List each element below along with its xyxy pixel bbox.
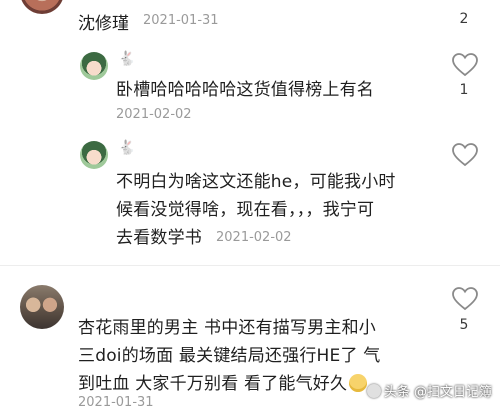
comment-text-line: 去看数学书: [116, 228, 202, 248]
divider: [0, 265, 500, 266]
watermark: 头条 @扫文日记簿: [366, 381, 492, 400]
comment-date: 2021-02-02: [116, 107, 192, 122]
comment-text-line: 三doi的场面 最关键结局还强行HE了 气: [78, 346, 381, 366]
toutiao-logo-icon: [366, 383, 381, 398]
like-count: 2: [459, 11, 469, 27]
comment-text-line: 候看没觉得啥，现在看，，，我宁可: [116, 200, 375, 220]
comment-date: 2021-01-31: [143, 13, 219, 28]
comment-date: 2021-02-02: [216, 230, 292, 245]
avatar[interactable]: [80, 52, 108, 80]
comment-text-line: 杏花雨里的男主 书中还有描写男主和小: [78, 318, 377, 338]
like-count: 1: [459, 82, 469, 98]
watermark-text: 头条 @扫文日记簿: [383, 385, 492, 400]
rabbit-badge-icon: 🐇: [118, 140, 136, 156]
comment-date: 2021-01-31: [78, 395, 154, 410]
avatar[interactable]: [80, 141, 108, 169]
like-heart-icon[interactable]: [452, 53, 478, 77]
like-count: 5: [459, 317, 469, 333]
like-heart-icon[interactable]: [452, 287, 478, 311]
comment-text-line-3: 到吐血 大家千万别看 看了能气好久: [78, 370, 368, 398]
emoji-icon: [349, 374, 368, 392]
comment-text: 卧槽哈哈哈哈哈这货值得榜上有名: [116, 80, 374, 100]
rabbit-badge-icon: 🐇: [118, 51, 136, 67]
like-heart-icon[interactable]: [452, 143, 478, 167]
comment-author[interactable]: 沈修瑾: [78, 9, 129, 34]
avatar[interactable]: [20, 0, 64, 14]
avatar[interactable]: [20, 285, 64, 329]
comment-text-line: 不明白为啥这文还能he，可能我小时: [116, 172, 396, 192]
